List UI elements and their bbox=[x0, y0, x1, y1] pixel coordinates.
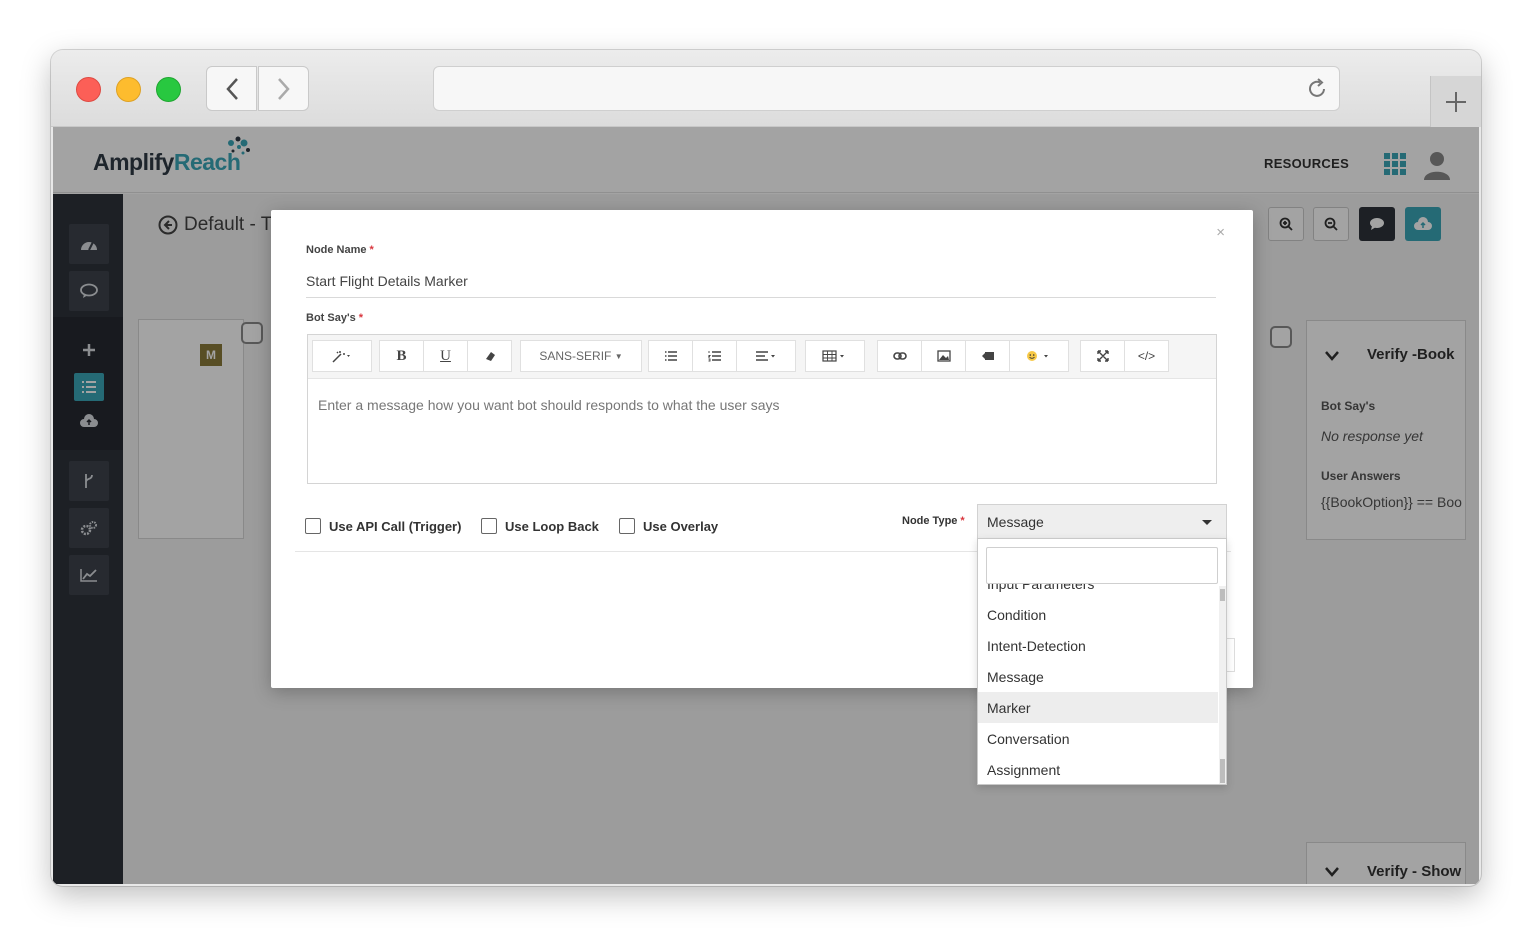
node-name-label-text: Node Name bbox=[306, 244, 367, 256]
node-type-dropdown: Input Parameters Condition Intent-Detect… bbox=[977, 538, 1227, 785]
node-name-label: Node Name * bbox=[306, 244, 374, 256]
bot-says-label: Bot Say's * bbox=[306, 312, 363, 324]
node-type-label: Node Type * bbox=[902, 515, 965, 527]
use-overlay-checkbox[interactable]: Use Overlay bbox=[619, 518, 718, 534]
insert-image-button[interactable] bbox=[921, 340, 966, 372]
checkbox-label: Use API Call (Trigger) bbox=[329, 518, 462, 534]
dropdown-option[interactable]: Message bbox=[978, 661, 1218, 692]
close-window-button[interactable] bbox=[76, 77, 101, 102]
code-icon: </> bbox=[1137, 349, 1156, 363]
browser-window: AmplifyReach RESOURCES Default - Tr M Ve… bbox=[51, 50, 1481, 886]
emoji-dropdown[interactable] bbox=[1009, 340, 1069, 372]
required-mark: * bbox=[960, 515, 965, 527]
node-type-selected-value: Message bbox=[987, 514, 1044, 530]
dropdown-option[interactable]: Conversation bbox=[978, 723, 1218, 754]
reload-icon[interactable] bbox=[1305, 77, 1329, 101]
node-name-input[interactable]: Start Flight Details Marker bbox=[306, 270, 1216, 298]
use-loop-back-checkbox[interactable]: Use Loop Back bbox=[481, 518, 599, 534]
checkbox-box[interactable] bbox=[619, 518, 635, 534]
video-icon bbox=[981, 352, 994, 360]
magic-wand-icon bbox=[332, 351, 350, 363]
rich-text-editor: B U SANS-SERIF ▼ </> Enter a message how… bbox=[307, 334, 1217, 484]
required-mark: * bbox=[358, 312, 363, 324]
message-editor-area[interactable]: Enter a message how you want bot should … bbox=[318, 397, 780, 413]
insert-link-button[interactable] bbox=[877, 340, 922, 372]
close-modal-button[interactable]: × bbox=[1216, 224, 1225, 241]
chevron-right-icon bbox=[277, 77, 290, 100]
use-api-call-checkbox[interactable]: Use API Call (Trigger) bbox=[305, 518, 461, 534]
dropdown-option[interactable]: Input Parameters bbox=[978, 584, 1218, 599]
numbered-list-icon bbox=[707, 351, 721, 362]
editor-toolbar: B U SANS-SERIF ▼ </> bbox=[308, 335, 1216, 379]
scrollbar-thumb[interactable] bbox=[1220, 759, 1225, 783]
magic-style-button[interactable] bbox=[312, 340, 372, 372]
minimize-window-button[interactable] bbox=[116, 77, 141, 102]
checkbox-label: Use Overlay bbox=[643, 518, 719, 534]
ordered-list-button[interactable] bbox=[692, 340, 737, 372]
scrollbar-arrow[interactable] bbox=[1220, 589, 1225, 601]
node-type-select[interactable]: Message bbox=[977, 504, 1227, 539]
align-left-icon bbox=[756, 351, 775, 361]
dropdown-option[interactable]: Condition bbox=[978, 599, 1218, 630]
bot-says-label-text: Bot Say's bbox=[306, 312, 356, 324]
underline-button[interactable]: U bbox=[423, 340, 468, 372]
expand-icon bbox=[1096, 350, 1109, 362]
forward-button[interactable] bbox=[258, 66, 309, 111]
clear-format-button[interactable] bbox=[467, 340, 512, 372]
dropdown-option[interactable]: Assignment bbox=[978, 754, 1218, 784]
unordered-list-button[interactable] bbox=[648, 340, 693, 372]
eraser-icon bbox=[485, 352, 495, 361]
checkbox-label: Use Loop Back bbox=[505, 518, 599, 534]
image-icon bbox=[936, 350, 951, 362]
dropdown-scrollbar[interactable] bbox=[1219, 586, 1226, 784]
link-icon bbox=[892, 352, 907, 360]
back-button[interactable] bbox=[206, 66, 257, 111]
bullet-list-icon bbox=[664, 351, 677, 361]
caret-down-icon bbox=[1202, 520, 1212, 525]
code-view-button[interactable]: </> bbox=[1124, 340, 1169, 372]
required-mark: * bbox=[369, 244, 374, 256]
fullscreen-button[interactable] bbox=[1080, 340, 1125, 372]
zoom-window-button[interactable] bbox=[156, 77, 181, 102]
dropdown-option-highlighted[interactable]: Marker bbox=[978, 692, 1218, 723]
checkbox-box[interactable] bbox=[305, 518, 321, 534]
new-tab-button[interactable] bbox=[1430, 76, 1481, 127]
font-family-dropdown[interactable]: SANS-SERIF ▼ bbox=[520, 340, 642, 372]
table-icon bbox=[822, 350, 844, 362]
insert-video-button[interactable] bbox=[965, 340, 1010, 372]
web-page: AmplifyReach RESOURCES Default - Tr M Ve… bbox=[53, 127, 1479, 884]
dropdown-option[interactable]: Intent-Detection bbox=[978, 630, 1218, 661]
font-family-label: SANS-SERIF bbox=[539, 349, 612, 363]
chevron-left-icon bbox=[225, 77, 238, 100]
checkbox-box[interactable] bbox=[481, 518, 497, 534]
browser-titlebar bbox=[51, 50, 1481, 127]
dropdown-options-list: Input Parameters Condition Intent-Detect… bbox=[978, 584, 1218, 784]
node-type-label-text: Node Type bbox=[902, 515, 958, 527]
emoji-icon bbox=[1027, 351, 1048, 361]
address-bar[interactable] bbox=[433, 66, 1340, 111]
paragraph-align-dropdown[interactable] bbox=[736, 340, 796, 372]
bold-button[interactable]: B bbox=[379, 340, 424, 372]
table-dropdown[interactable] bbox=[805, 340, 865, 372]
plus-icon bbox=[1446, 91, 1466, 112]
dropdown-search-input[interactable] bbox=[986, 547, 1218, 584]
